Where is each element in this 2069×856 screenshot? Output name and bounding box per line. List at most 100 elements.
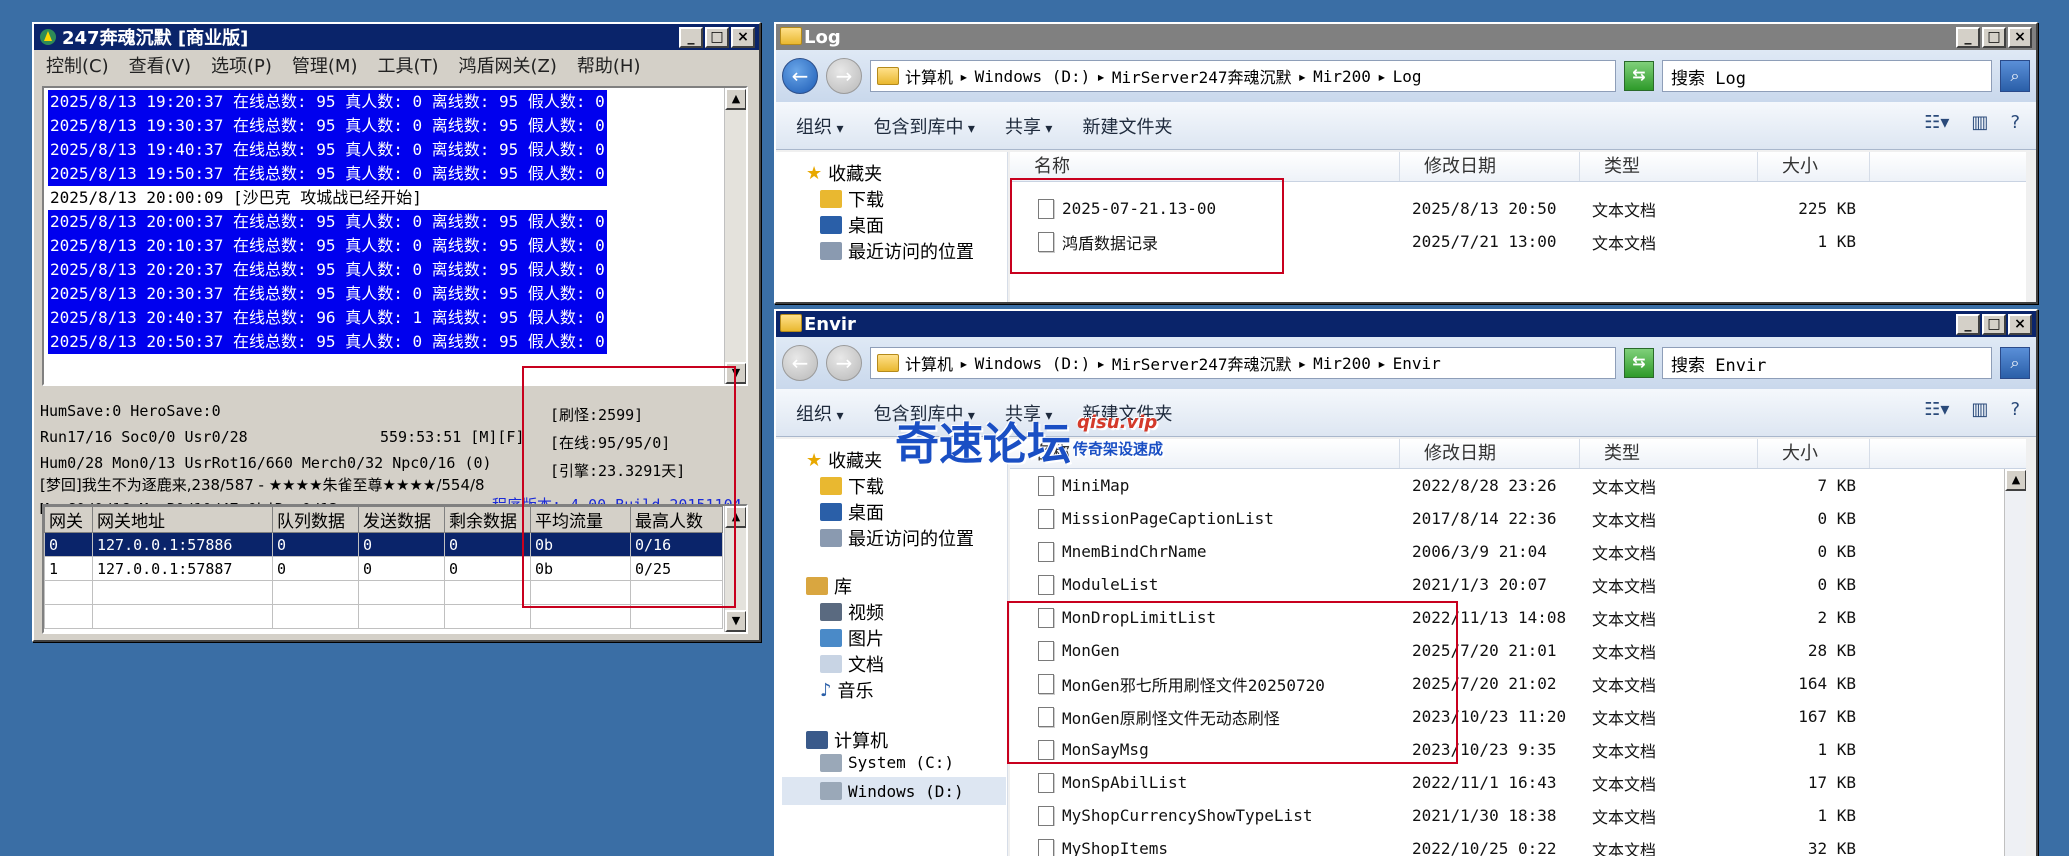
list-item[interactable]: MonSpAbilList 2022/11/1 16:43 文本文档 17 KB <box>1010 766 2026 799</box>
list-item[interactable]: MonGen原刷怪文件无动态刷怪 2023/10/23 11:20 文本文档 167 … <box>1010 700 2026 733</box>
help-icon[interactable]: ? <box>2010 112 2020 133</box>
list-item[interactable]: 鸿盾数据记录 2025/7/21 13:00 文本文档 1 KB <box>1010 225 2026 258</box>
menu-help[interactable]: 帮助(H) <box>577 52 641 78</box>
scroll-up-arrow-icon[interactable]: ▲ <box>725 506 746 528</box>
list-item[interactable]: MiniMap 2022/8/28 23:26 文本文档 7 KB <box>1010 469 2026 502</box>
col-maxusers[interactable]: 最高人数 <box>630 506 723 533</box>
col-size[interactable]: 大小 <box>1758 439 1870 468</box>
list-item[interactable]: MyShopItems 2022/10/25 0:22 文本文档 32 KB <box>1010 832 2026 856</box>
envir-scrollbar[interactable]: ▲ <box>2004 469 2026 856</box>
log-line[interactable]: 2025/8/13 20:40:37 在线总数: 96 真人数: 1 离线数: … <box>48 306 607 330</box>
close-button[interactable]: × <box>731 26 755 48</box>
col-gateway[interactable]: 网关 <box>44 506 93 533</box>
list-item[interactable]: MonDropLimitList 2022/11/13 14:08 文本文档 2 KB <box>1010 601 2026 634</box>
back-arrow-icon[interactable]: ← <box>782 58 818 94</box>
col-address[interactable]: 网关地址 <box>92 506 273 533</box>
close-button[interactable]: × <box>2008 26 2032 48</box>
menu-gateway[interactable]: 鸿盾网关(Z) <box>459 52 557 78</box>
nav-computer[interactable]: 计算机 <box>806 727 888 753</box>
col-queue[interactable]: 队列数据 <box>272 506 359 533</box>
nav-recent[interactable]: 最近访问的位置 <box>820 525 974 551</box>
include-library-button[interactable]: 包含到库中 <box>873 113 974 139</box>
log-path-input[interactable]: 计算机 ▸ Windows (D:) ▸ MirServer247奔魂沉默 ▸ Mir… <box>870 60 1616 92</box>
nav-music[interactable]: ♪ 音乐 <box>820 677 874 703</box>
log-scrollbar[interactable]: ▲ ▼ <box>724 88 746 384</box>
col-size[interactable]: 大小 <box>1758 152 1870 181</box>
nav-favorites[interactable]: ★ 收藏夹 <box>806 160 882 186</box>
crumb[interactable]: Mir200 <box>1313 67 1371 86</box>
col-date[interactable]: 修改日期 <box>1400 439 1580 468</box>
col-type[interactable]: 类型 <box>1580 152 1758 181</box>
crumb[interactable]: MirServer247奔魂沉默 <box>1112 64 1292 88</box>
crumb[interactable]: Windows (D:) <box>975 354 1091 373</box>
search-icon[interactable]: ⌕ <box>2000 60 2030 92</box>
crumb[interactable]: 计算机 <box>905 64 953 88</box>
maximize-button[interactable]: □ <box>1982 313 2006 335</box>
log-line[interactable]: 2025/8/13 20:10:37 在线总数: 95 真人数: 0 离线数: … <box>48 234 607 258</box>
col-remain[interactable]: 剩余数据 <box>444 506 531 533</box>
log-line[interactable]: 2025/8/13 19:50:37 在线总数: 95 真人数: 0 离线数: … <box>48 162 607 186</box>
list-item[interactable]: MonSayMsg 2023/10/23 9:35 文本文档 1 KB <box>1010 733 2026 766</box>
crumb[interactable]: Mir200 <box>1313 354 1371 373</box>
col-traffic[interactable]: 平均流量 <box>530 506 631 533</box>
list-item[interactable]: MissionPageCaptionList 2017/8/14 22:36 文本文… <box>1010 502 2026 535</box>
crumb[interactable]: MirServer247奔魂沉默 <box>1112 351 1292 375</box>
menu-tools[interactable]: 工具(T) <box>377 52 438 78</box>
log-line[interactable]: 2025/8/13 20:00:09 [沙巴克 攻城战已经开始] <box>48 188 424 207</box>
refresh-icon[interactable]: ⇆ <box>1624 348 1654 378</box>
log-line[interactable]: 2025/8/13 19:40:37 在线总数: 95 真人数: 0 离线数: … <box>48 138 607 162</box>
log-line[interactable]: 2025/8/13 19:30:37 在线总数: 95 真人数: 0 离线数: … <box>48 114 607 138</box>
log-line[interactable]: 2025/8/13 20:20:37 在线总数: 95 真人数: 0 离线数: … <box>48 258 607 282</box>
col-type[interactable]: 类型 <box>1580 439 1758 468</box>
help-icon[interactable]: ? <box>2010 399 2020 420</box>
view-icon[interactable]: ☷▾ <box>1924 399 1949 420</box>
gateway-grid[interactable]: 网关 网关地址 队列数据 发送数据 剩余数据 平均流量 最高人数 0 127.0… <box>42 504 748 634</box>
organize-button[interactable]: 组织 <box>796 113 843 139</box>
search-icon[interactable]: ⌕ <box>2000 347 2030 379</box>
preview-pane-icon[interactable]: ▥ <box>1971 112 1988 133</box>
nav-drive-d[interactable]: Windows (D:) <box>782 777 1006 805</box>
scroll-down-arrow-icon[interactable]: ▼ <box>725 610 746 632</box>
table-row[interactable]: 0 127.0.0.1:57886 0 0 0 0b 0/16 <box>44 532 723 557</box>
envir-path-input[interactable]: 计算机 ▸ Windows (D:) ▸ MirServer247奔魂沉默 ▸ Mir… <box>870 347 1616 379</box>
new-folder-button[interactable]: 新建文件夹 <box>1082 113 1172 139</box>
menu-manage[interactable]: 管理(M) <box>292 52 358 78</box>
table-row[interactable]: 1 127.0.0.1:57887 0 0 0 0b 0/25 <box>44 556 723 581</box>
crumb[interactable]: 计算机 <box>905 351 953 375</box>
forward-arrow-icon[interactable]: → <box>826 58 862 94</box>
scroll-down-arrow-icon[interactable]: ▼ <box>725 362 746 384</box>
menu-control[interactable]: 控制(C) <box>46 52 109 78</box>
scroll-up-arrow-icon[interactable]: ▲ <box>725 88 746 110</box>
log-line[interactable]: 2025/8/13 19:20:37 在线总数: 95 真人数: 0 离线数: … <box>48 90 607 114</box>
share-button[interactable]: 共享 <box>1005 113 1052 139</box>
minimize-button[interactable]: _ <box>1956 313 1980 335</box>
envir-search-input[interactable]: 搜索 Envir <box>1662 347 1992 379</box>
close-button[interactable]: × <box>2008 313 2032 335</box>
nav-libraries[interactable]: 库 <box>806 573 852 599</box>
crumb[interactable]: Envir <box>1393 354 1441 373</box>
list-item[interactable]: MyShopCurrencyShowTypeList 2021/1/30 18:3… <box>1010 799 2026 832</box>
nav-drive-c[interactable]: System (C:) <box>820 753 954 772</box>
list-item[interactable]: MnemBindChrName 2006/3/9 21:04 文本文档 0 KB <box>1010 535 2026 568</box>
nav-downloads[interactable]: 下载 <box>820 473 884 499</box>
menu-view[interactable]: 查看(V) <box>129 52 191 78</box>
view-icon[interactable]: ☷▾ <box>1924 112 1949 133</box>
nav-favorites[interactable]: ★ 收藏夹 <box>806 447 882 473</box>
nav-recent[interactable]: 最近访问的位置 <box>820 238 974 264</box>
list-item[interactable]: 2025-07-21.13-00 2025/8/13 20:50 文本文档 22… <box>1010 192 2026 225</box>
maximize-button[interactable]: □ <box>1982 26 2006 48</box>
server-log[interactable]: 2025/8/13 19:20:37 在线总数: 95 真人数: 0 离线数: … <box>42 86 748 386</box>
nav-desktop[interactable]: 桌面 <box>820 212 884 238</box>
refresh-icon[interactable]: ⇆ <box>1624 61 1654 91</box>
col-name[interactable]: 名称 <box>1010 152 1400 181</box>
log-search-input[interactable]: 搜索 Log <box>1662 60 1992 92</box>
maximize-button[interactable]: □ <box>705 26 729 48</box>
envir-titlebar[interactable]: Envir _ □ × <box>776 311 2036 337</box>
nav-videos[interactable]: 视频 <box>820 599 884 625</box>
nav-downloads[interactable]: 下载 <box>820 186 884 212</box>
scroll-up-arrow-icon[interactable]: ▲ <box>2005 469 2026 491</box>
grid-scrollbar[interactable]: ▲ ▼ <box>724 506 746 632</box>
nav-pictures[interactable]: 图片 <box>820 625 884 651</box>
preview-pane-icon[interactable]: ▥ <box>1971 399 1988 420</box>
organize-button[interactable]: 组织 <box>796 400 843 426</box>
